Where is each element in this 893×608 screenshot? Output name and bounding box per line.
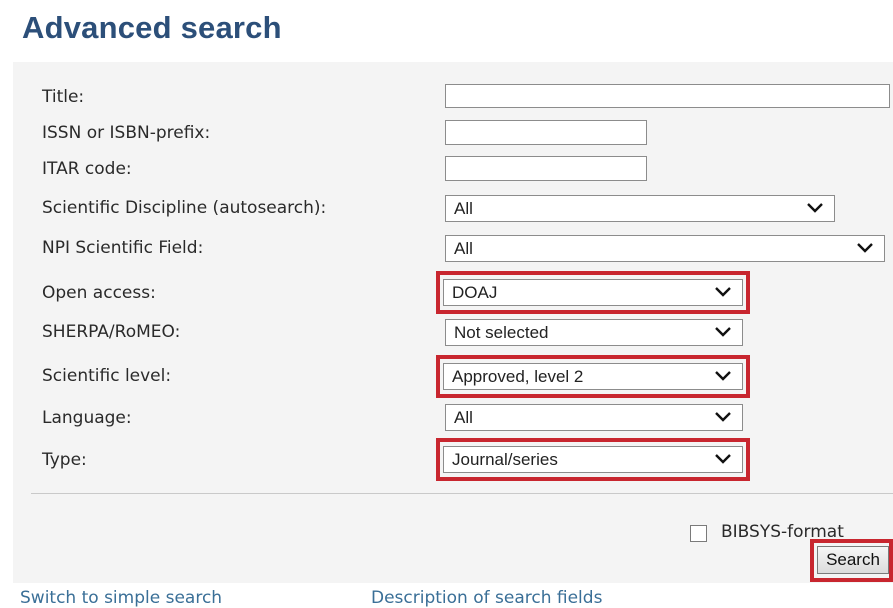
npi-value: All	[454, 239, 473, 258]
language-value: All	[454, 408, 473, 427]
discipline-value: All	[454, 199, 473, 218]
npi-select[interactable]: All	[445, 235, 885, 262]
chevron-down-icon	[715, 327, 731, 337]
itar-input[interactable]	[445, 156, 647, 181]
language-label: Language:	[42, 408, 132, 428]
sherpa-select[interactable]: Not selected	[445, 319, 743, 346]
issn-label: ISSN or ISBN-prefix:	[42, 123, 211, 143]
page-title: Advanced search	[22, 10, 282, 45]
title-input[interactable]	[445, 84, 890, 108]
type-highlight	[436, 438, 750, 481]
discipline-select[interactable]: All	[445, 195, 835, 222]
sherpa-label: SHERPA/RoMEO:	[42, 322, 181, 342]
description-of-search-fields-link[interactable]: Description of search fields	[371, 588, 602, 608]
level-label: Scientific level:	[42, 366, 172, 386]
switch-to-simple-search-link[interactable]: Switch to simple search	[20, 588, 222, 608]
search-button-highlight	[810, 539, 893, 582]
issn-input[interactable]	[445, 120, 647, 145]
type-label: Type:	[42, 450, 87, 470]
open-access-highlight	[436, 271, 750, 314]
title-label: Title:	[42, 87, 85, 107]
chevron-down-icon	[857, 243, 873, 253]
npi-label: NPI Scientific Field:	[42, 238, 204, 258]
itar-label: ITAR code:	[42, 159, 132, 179]
form-divider	[31, 493, 893, 494]
level-highlight	[436, 355, 750, 398]
chevron-down-icon	[715, 412, 731, 422]
bibsys-format-checkbox[interactable]	[690, 525, 707, 542]
chevron-down-icon	[807, 203, 823, 213]
discipline-label: Scientific Discipline (autosearch):	[42, 198, 327, 218]
open-access-label: Open access:	[42, 283, 156, 303]
sherpa-value: Not selected	[454, 323, 549, 342]
language-select[interactable]: All	[445, 404, 743, 431]
